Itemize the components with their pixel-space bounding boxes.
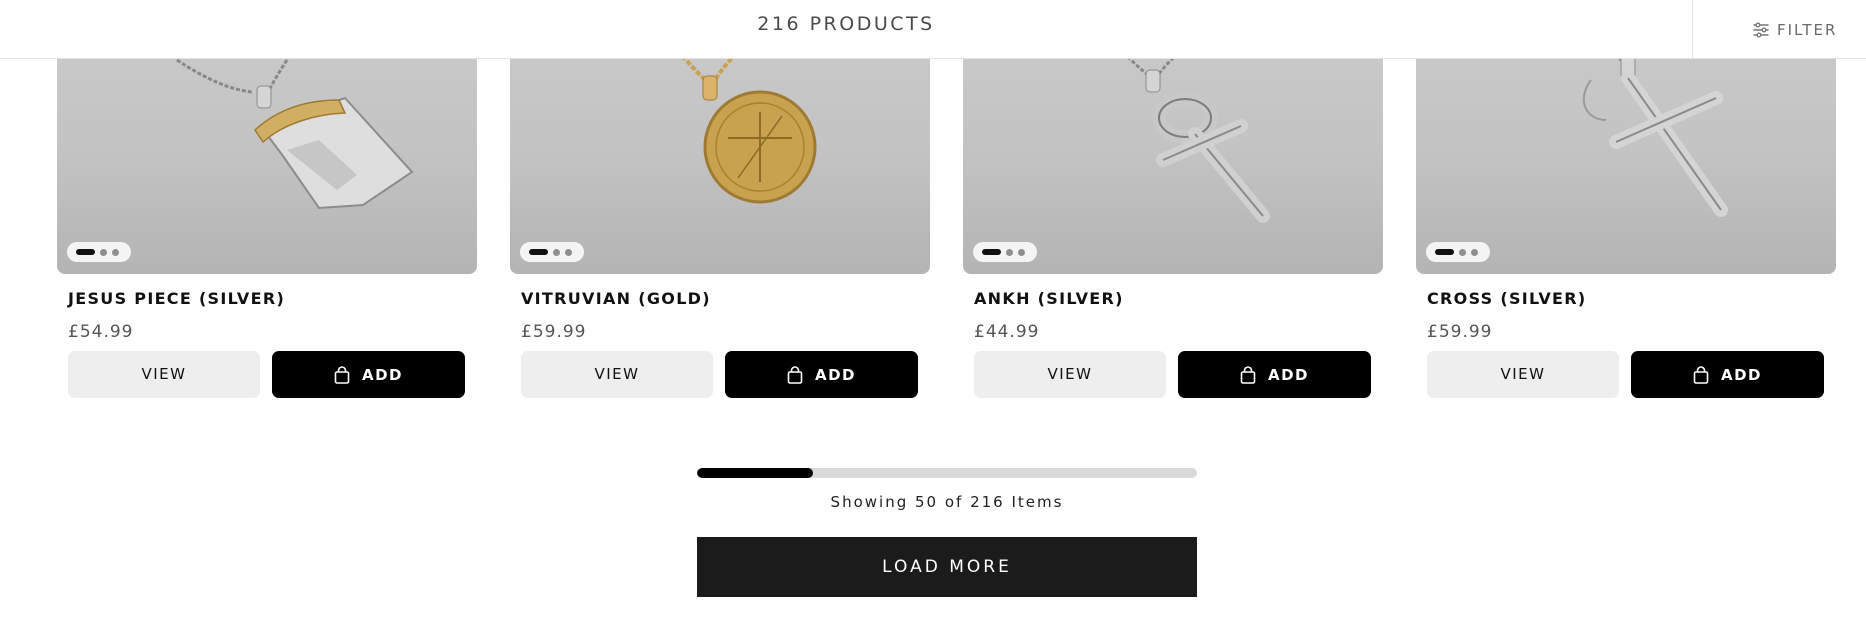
carousel-dot[interactable] xyxy=(112,248,119,256)
shopping-bag-icon xyxy=(334,365,350,384)
view-button[interactable]: VIEW xyxy=(1427,351,1619,398)
load-more-button[interactable]: LOAD MORE xyxy=(697,537,1197,597)
filter-button[interactable]: FILTER xyxy=(1692,0,1866,59)
carousel-dot-active[interactable] xyxy=(76,249,95,255)
image-carousel-dots[interactable] xyxy=(1426,242,1490,262)
shopping-bag-icon xyxy=(1240,365,1256,384)
carousel-dot[interactable] xyxy=(1459,248,1466,256)
results-header: 216 PRODUCTS FILTER xyxy=(0,0,1866,59)
add-label: ADD xyxy=(1267,365,1309,384)
carousel-dot[interactable] xyxy=(1471,248,1478,256)
add-to-bag-button[interactable]: ADD xyxy=(1178,351,1371,398)
add-label: ADD xyxy=(1720,365,1762,384)
shopping-bag-icon xyxy=(787,365,803,384)
showing-count-text: Showing 50 of 216 Items xyxy=(830,493,1064,511)
carousel-dot[interactable] xyxy=(553,248,560,256)
carousel-dot[interactable] xyxy=(1018,248,1025,256)
product-title[interactable]: CROSS (SILVER) xyxy=(1427,289,1587,308)
image-carousel-dots[interactable] xyxy=(973,242,1037,262)
add-to-bag-button[interactable]: ADD xyxy=(1631,351,1824,398)
product-title[interactable]: JESUS PIECE (SILVER) xyxy=(68,289,285,308)
add-label: ADD xyxy=(814,365,856,384)
view-button[interactable]: VIEW xyxy=(521,351,713,398)
carousel-dot[interactable] xyxy=(100,248,107,256)
pagination-progress-fill xyxy=(697,468,813,478)
product-price: £44.99 xyxy=(974,322,1040,342)
add-to-bag-button[interactable]: ADD xyxy=(272,351,465,398)
carousel-dot-active[interactable] xyxy=(1435,249,1454,255)
product-price: £59.99 xyxy=(521,322,587,342)
add-label: ADD xyxy=(361,365,403,384)
carousel-dot-active[interactable] xyxy=(982,249,1001,255)
carousel-dot[interactable] xyxy=(565,248,572,256)
shopping-bag-icon xyxy=(1693,365,1709,384)
add-to-bag-button[interactable]: ADD xyxy=(725,351,918,398)
image-carousel-dots[interactable] xyxy=(520,242,584,262)
product-title[interactable]: ANKH (SILVER) xyxy=(974,289,1124,308)
filter-label: FILTER xyxy=(1777,20,1838,39)
product-title[interactable]: VITRUVIAN (GOLD) xyxy=(521,289,711,308)
product-price: £54.99 xyxy=(68,322,134,342)
pagination-progress-bar xyxy=(697,468,1197,478)
carousel-dot-active[interactable] xyxy=(529,249,548,255)
view-button[interactable]: VIEW xyxy=(68,351,260,398)
image-carousel-dots[interactable] xyxy=(67,242,131,262)
product-price: £59.99 xyxy=(1427,322,1493,342)
product-count: 216 PRODUCTS xyxy=(757,13,935,35)
sliders-icon xyxy=(1753,22,1769,37)
view-button[interactable]: VIEW xyxy=(974,351,1166,398)
carousel-dot[interactable] xyxy=(1006,248,1013,256)
